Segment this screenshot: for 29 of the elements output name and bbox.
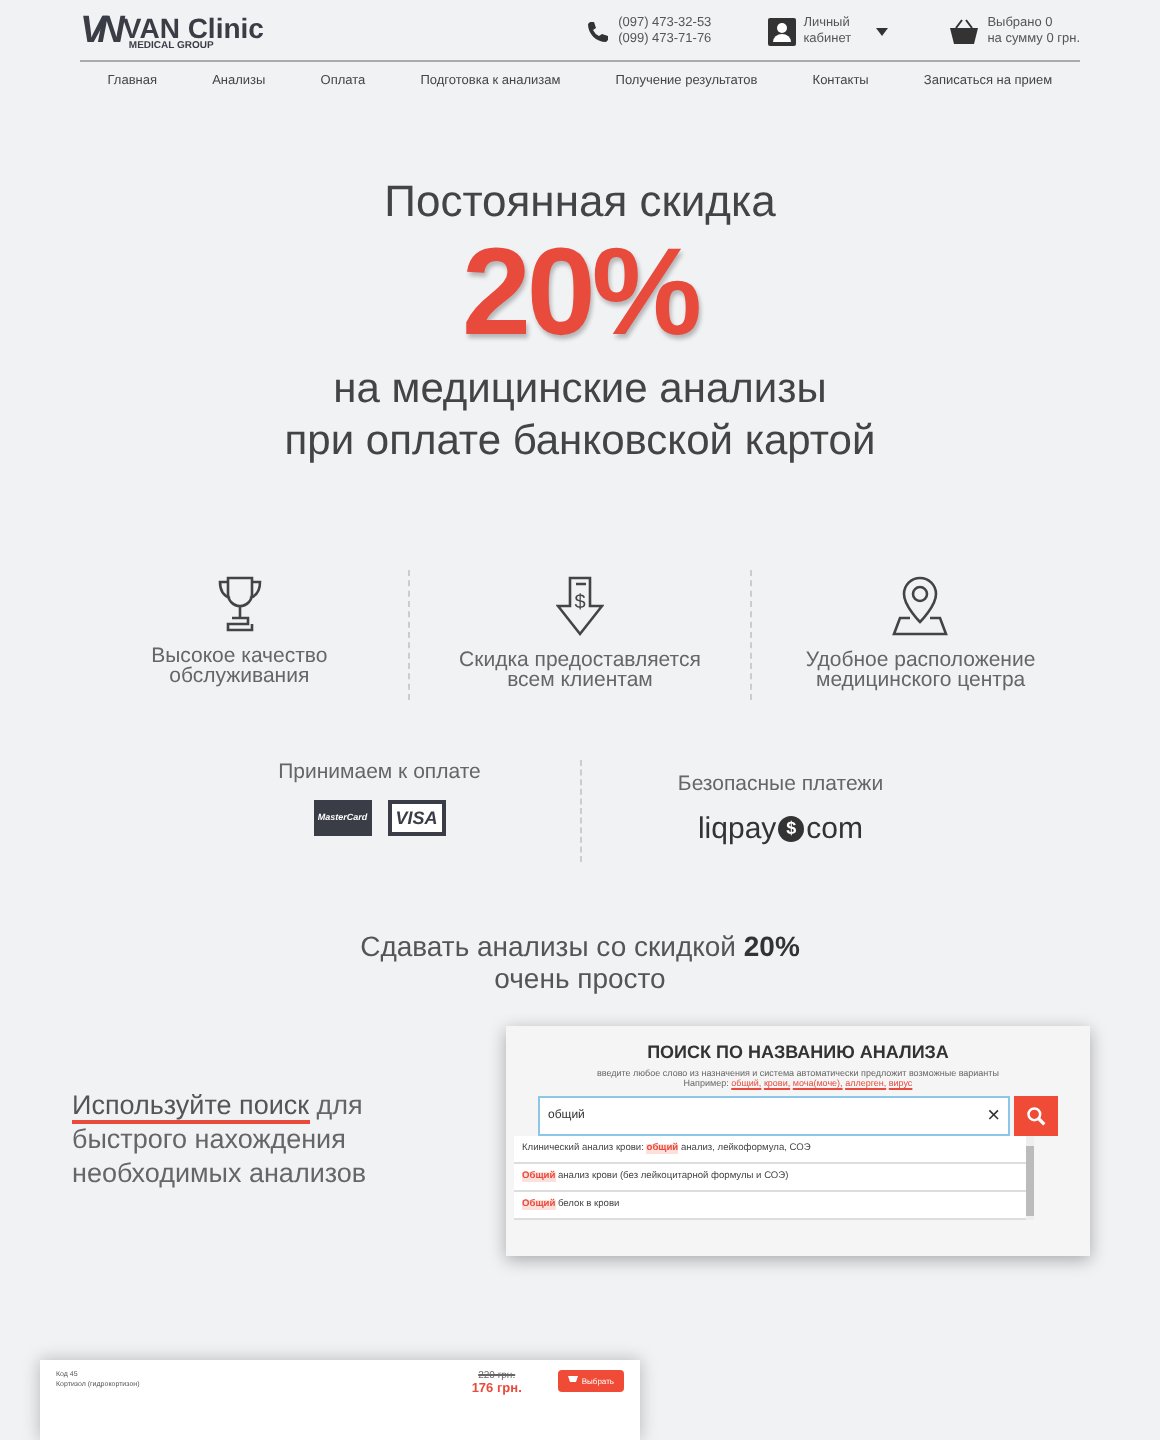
logo-mark: VN bbox=[80, 10, 117, 54]
hero-subtitle: на медицинские анализы bbox=[333, 364, 827, 416]
payment-label: Принимаем к оплате bbox=[278, 759, 481, 784]
hero-title: Постоянная скидка bbox=[384, 176, 776, 229]
logo-name: VAN Clinic bbox=[122, 13, 264, 41]
cart-icon bbox=[567, 1376, 578, 1385]
search-button[interactable] bbox=[1014, 1095, 1058, 1136]
liqpay-logo: liqpay $ com bbox=[697, 811, 864, 846]
trophy-icon bbox=[215, 573, 264, 634]
phone-icon bbox=[586, 20, 611, 44]
secure-label: Безопасные платежи bbox=[677, 771, 884, 796]
section-title: Сдавать анализы со скидкой 20% bbox=[360, 929, 800, 962]
feature-text: Удобное расположение медицинского центра bbox=[803, 649, 1038, 692]
search-title: ПОИСК ПО НАЗВАНИЮ АНАЛИЗА bbox=[647, 1041, 949, 1062]
feature-text: Высокое качество обслуживания bbox=[149, 645, 330, 688]
basket-icon bbox=[947, 18, 980, 46]
search-tip: Используйте поиск для быстрого нахождения необходимых анализов bbox=[72, 1089, 369, 1192]
hero-subtitle: при оплате банковской картой bbox=[284, 415, 876, 466]
map-pin-icon bbox=[890, 573, 951, 638]
search-icon bbox=[1026, 1103, 1046, 1128]
visa-logo: VISA bbox=[387, 799, 446, 836]
search-link[interactable]: Используйте поиск bbox=[72, 1089, 310, 1124]
feature-text: Скидка предоставляется всем клиентам bbox=[457, 649, 703, 692]
discount-value: 20% bbox=[461, 232, 699, 357]
scrollbar[interactable] bbox=[1026, 1145, 1034, 1216]
clear-button[interactable]: × bbox=[987, 1103, 1000, 1128]
section-subtitle: очень просто bbox=[494, 961, 666, 994]
caret-icon[interactable] bbox=[875, 28, 888, 36]
user-icon bbox=[767, 18, 796, 46]
